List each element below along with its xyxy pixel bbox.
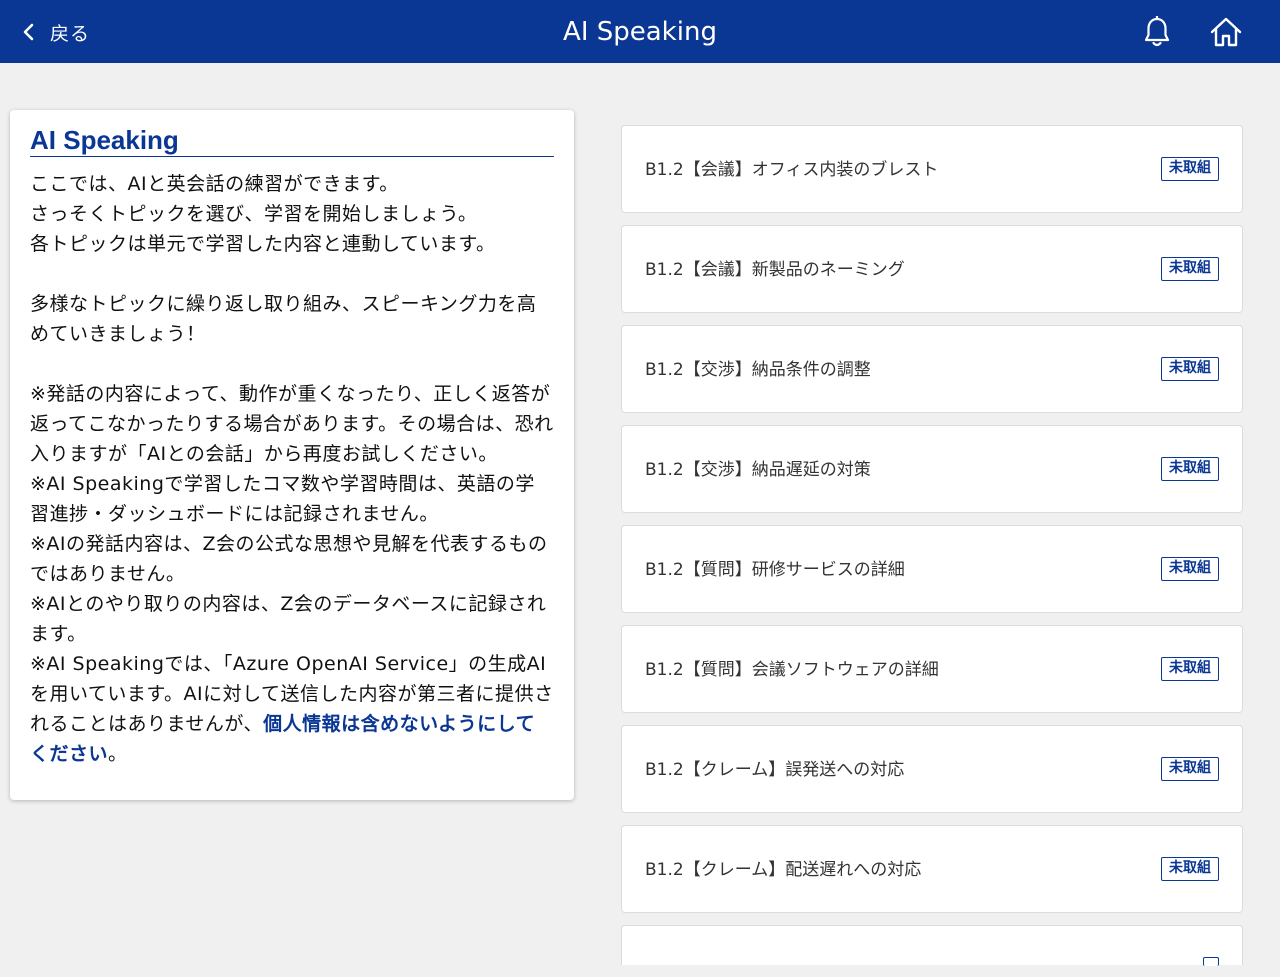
topic-item[interactable]: B1.2【クレーム】配送遅れへの対応 未取組 <box>621 825 1243 913</box>
info-note: ※発話の内容によって、動作が重くなったり、正しく返答が返ってこなかったりする場合… <box>30 383 554 465</box>
info-line: さっそくトピックを選び、学習を開始しましょう。 <box>30 203 478 225</box>
info-title: AI Speaking <box>30 124 554 157</box>
info-line: 多様なトピックに繰り返し取り組み、スピーキング力を高めていきましょう！ <box>30 293 537 345</box>
info-note: ※AIとのやり取りの内容は、Z会のデータベースに記録されます。 <box>30 593 547 645</box>
page-title: AI Speaking <box>563 17 717 47</box>
info-note-end: 。 <box>108 743 128 765</box>
topic-item[interactable]: B1.2【交渉】納品条件の調整 未取組 <box>621 325 1243 413</box>
topic-label: B1.2【質問】研修サービスの詳細 <box>645 560 905 580</box>
topic-label: B1.2【クレーム】配送遅れへの対応 <box>645 860 922 880</box>
topic-label: B1.2【会議】オフィス内装のブレスト <box>645 160 939 180</box>
topic-label: B1.2【交渉】納品条件の調整 <box>645 360 871 380</box>
topic-label: B1.2【質問】会議ソフトウェアの詳細 <box>645 660 939 680</box>
info-line: ここでは、AIと英会話の練習ができます。 <box>30 173 399 195</box>
status-badge: 未取組 <box>1161 157 1219 181</box>
app-header: 戻る AI Speaking <box>0 0 1280 63</box>
status-badge: 未取組 <box>1161 857 1219 881</box>
topic-item[interactable]: B1.2【クレーム】誤発送への対応 未取組 <box>621 725 1243 813</box>
topic-list: B1.2【会議】オフィス内装のブレスト 未取組 B1.2【会議】新製品のネーミン… <box>621 125 1243 977</box>
topic-item[interactable]: B1.2【会議】オフィス内装のブレスト 未取組 <box>621 125 1243 213</box>
info-body: ここでは、AIと英会話の練習ができます。 さっそくトピックを選び、学習を開始しま… <box>30 169 554 769</box>
topic-item[interactable]: B1.2【質問】研修サービスの詳細 未取組 <box>621 525 1243 613</box>
bell-icon[interactable] <box>1139 14 1175 50</box>
status-badge: 未取組 <box>1161 457 1219 481</box>
status-badge: 未取組 <box>1161 657 1219 681</box>
status-badge: 未取組 <box>1161 757 1219 781</box>
status-badge: 未取組 <box>1161 257 1219 281</box>
info-panel: AI Speaking ここでは、AIと英会話の練習ができます。 さっそくトピッ… <box>10 110 574 800</box>
topic-item-partial[interactable] <box>621 925 1243 966</box>
status-badge <box>1203 957 1219 966</box>
topic-item[interactable]: B1.2【質問】会議ソフトウェアの詳細 未取組 <box>621 625 1243 713</box>
topic-item[interactable]: B1.2【交渉】納品遅延の対策 未取組 <box>621 425 1243 513</box>
home-icon[interactable] <box>1208 14 1244 50</box>
info-note: ※AI Speakingでは、「Azure OpenAI Service」の生成… <box>30 649 554 769</box>
info-line: 各トピックは単元で学習した内容と連動しています。 <box>30 233 496 255</box>
topic-label: B1.2【交渉】納品遅延の対策 <box>645 460 871 480</box>
info-note: ※AI Speakingで学習したコマ数や学習時間は、英語の学習進捗・ダッシュボ… <box>30 473 535 525</box>
info-note: ※AIの発話内容は、Z会の公式な思想や見解を代表するものではありません。 <box>30 533 548 585</box>
topic-label: B1.2【クレーム】誤発送への対応 <box>645 760 905 780</box>
status-badge: 未取組 <box>1161 557 1219 581</box>
topic-item[interactable]: B1.2【会議】新製品のネーミング 未取組 <box>621 225 1243 313</box>
topic-label: B1.2【会議】新製品のネーミング <box>645 260 905 280</box>
status-badge: 未取組 <box>1161 357 1219 381</box>
